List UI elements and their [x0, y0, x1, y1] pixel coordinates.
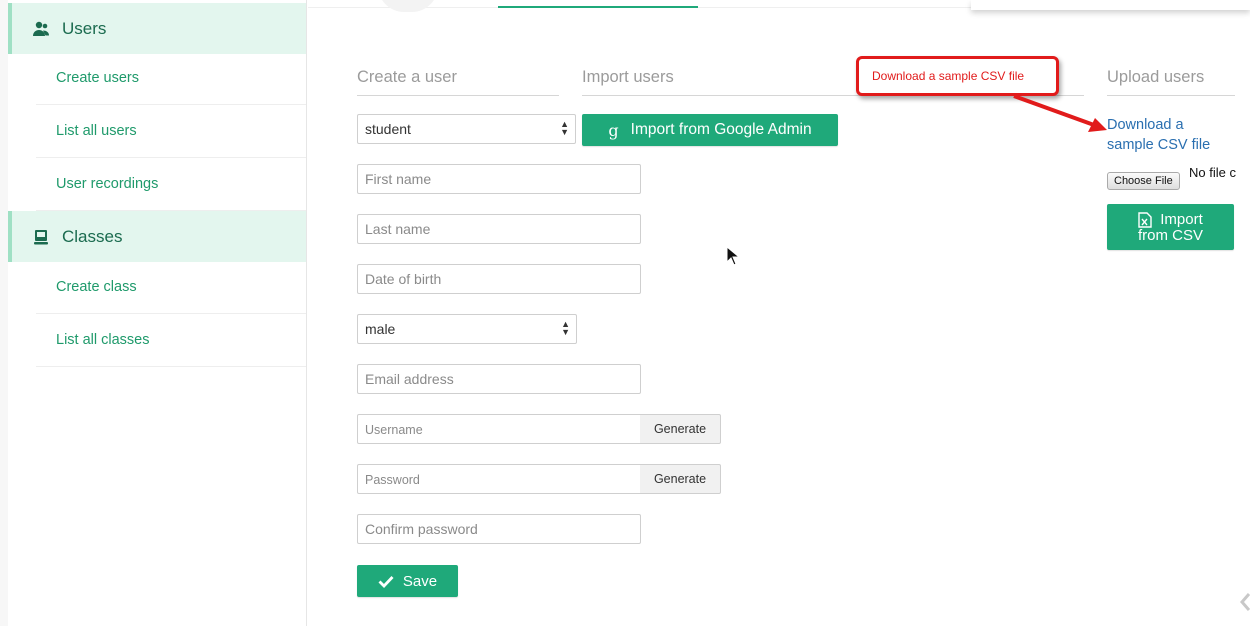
generate-password-button[interactable]: Generate — [640, 464, 721, 494]
date-of-birth-input[interactable] — [357, 264, 641, 294]
sidebar-section-users[interactable]: Users — [8, 3, 306, 54]
scroll-chevron-icon[interactable] — [1240, 590, 1250, 614]
sidebar-item-user-recordings[interactable]: User recordings — [36, 158, 306, 211]
sidebar-section-label: Classes — [62, 226, 123, 246]
classes-icon — [32, 228, 50, 246]
role-select-wrapper: student ▲ ▼ — [357, 114, 576, 144]
sidebar-item-list-all-classes[interactable]: List all classes — [36, 314, 306, 367]
sidebar-section-label: Users — [62, 18, 107, 38]
role-select[interactable]: student — [357, 114, 576, 144]
annotation-text: Download a sample CSV file — [872, 69, 1025, 83]
mouse-cursor-icon — [726, 246, 740, 266]
google-icon: g — [608, 120, 619, 140]
choose-file-button[interactable]: Choose File — [1107, 172, 1180, 190]
last-name-input[interactable] — [357, 214, 641, 244]
check-icon — [378, 575, 394, 588]
import-csv-label-line1: Import — [1160, 211, 1203, 228]
annotation-callout: Download a sample CSV file — [856, 56, 1059, 96]
sidebar-item-list-all-users[interactable]: List all users — [36, 105, 306, 158]
file-status-text: No file chosen — [1189, 165, 1236, 180]
sidebar-section-classes[interactable]: Classes — [8, 211, 306, 262]
sidebar: Users Create users List all users User r… — [0, 0, 307, 626]
top-avatar-edge — [378, 0, 438, 12]
generate-username-button[interactable]: Generate — [640, 414, 721, 444]
first-name-input[interactable] — [357, 164, 641, 194]
users-icon — [32, 20, 50, 38]
sidebar-item-create-class[interactable]: Create class — [36, 261, 306, 314]
gender-select[interactable]: male — [357, 314, 577, 344]
create-user-title: Create a user — [357, 68, 559, 96]
import-csv-line1: Import — [1138, 211, 1203, 228]
password-input[interactable] — [357, 464, 641, 494]
dropdown-panel-edge — [971, 0, 1250, 10]
save-button-label: Save — [402, 572, 438, 590]
excel-file-icon — [1138, 211, 1152, 228]
email-input[interactable] — [357, 364, 641, 394]
confirm-password-input[interactable] — [357, 514, 641, 544]
upload-users-title: Upload users — [1107, 68, 1235, 96]
sidebar-item-create-users[interactable]: Create users — [36, 52, 306, 105]
import-csv-label-line2: from CSV — [1137, 226, 1203, 244]
import-google-label: Import from Google Admin — [630, 121, 812, 138]
import-google-admin-button[interactable]: g Import from Google Admin — [582, 114, 838, 146]
active-tab-indicator — [498, 6, 698, 8]
import-csv-button[interactable]: Import from CSV — [1107, 204, 1234, 250]
save-button[interactable]: Save — [357, 565, 458, 597]
gender-select-wrapper: male ▲ ▼ — [357, 314, 577, 344]
username-input[interactable] — [357, 414, 641, 444]
sidebar-edge — [0, 0, 8, 626]
download-sample-csv-link[interactable]: Download a sample CSV file — [1107, 115, 1232, 155]
annotation-arrow-icon — [1013, 94, 1107, 132]
